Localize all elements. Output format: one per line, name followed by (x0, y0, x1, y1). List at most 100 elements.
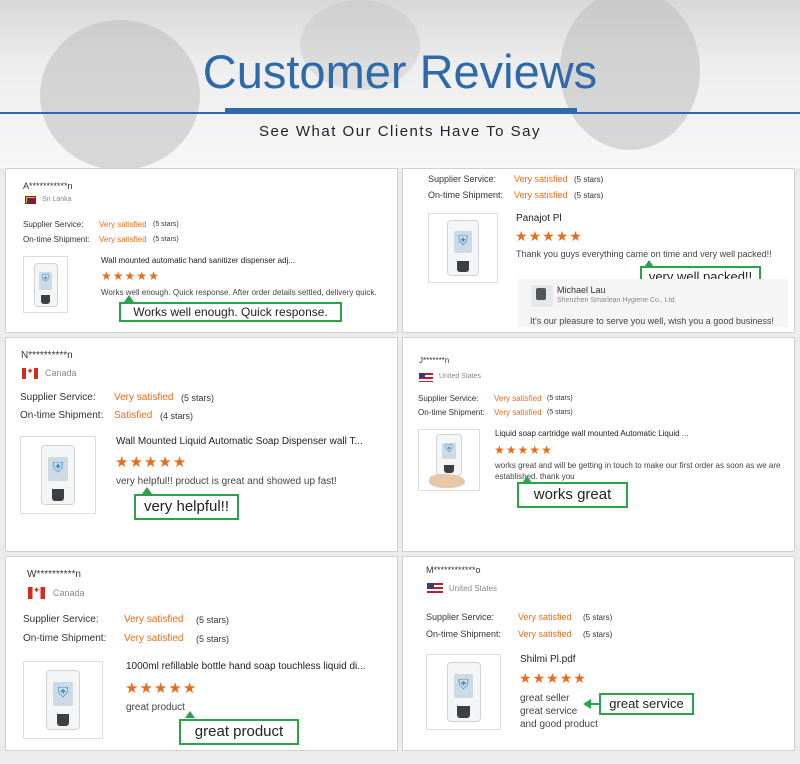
ontime-shipment-value: Very satisfied (514, 190, 568, 200)
star-icon: ★ (115, 454, 130, 471)
review-comment: Works well enough. Quick response. After… (101, 288, 377, 297)
product-thumbnail[interactable]: ⛨ (23, 256, 68, 313)
dispenser-image: ⛨ (447, 220, 479, 276)
supplier-service-label: Supplier Service: (23, 614, 99, 625)
supplier-avatar (531, 285, 553, 307)
star-icon: ★ (546, 670, 560, 686)
ontime-shipment-label: On-time Shipment: (428, 190, 504, 200)
star-icon: ★ (101, 269, 113, 283)
reviewer-country: Sri Lanka (42, 196, 72, 203)
usa-flag-icon (427, 583, 443, 594)
star-icon: ★ (569, 228, 583, 244)
highlight-callout: Works well enough. Quick response. (119, 302, 342, 322)
product-title[interactable]: 1000ml refillable bottle hand soap touch… (126, 661, 394, 672)
callout-arrow (124, 295, 134, 302)
review-comment: great product (126, 702, 185, 713)
review-comment: works great and will be getting in touch… (495, 461, 781, 481)
review-comment: Thank you guys everything came on time a… (516, 249, 772, 259)
supplier-service-stars: (5 stars) (574, 175, 604, 184)
star-icon: ★ (555, 228, 570, 244)
ontime-shipment-value: Very satisfied (494, 408, 542, 417)
reply-name: Michael Lau (557, 285, 606, 295)
supplier-service-stars: (5 stars) (547, 395, 573, 402)
shield-icon: ⛨ (445, 444, 453, 455)
ontime-shipment-value: Very satisfied (99, 235, 147, 244)
dispenser-image: ⛨ (46, 670, 80, 730)
supplier-service-label: Supplier Service: (23, 220, 84, 229)
supplier-service-value: Very satisfied (114, 392, 174, 403)
canada-flag-icon (28, 585, 45, 599)
ontime-shipment-stars: (5 stars) (196, 634, 230, 644)
star-icon: ★ (182, 680, 198, 697)
star-icon: ★ (494, 443, 506, 457)
shield-icon: ⛨ (52, 459, 64, 475)
ontime-shipment-label: On-time Shipment: (23, 235, 90, 244)
ontime-shipment-stars: (5 stars) (547, 409, 573, 416)
star-icon: ★ (172, 454, 188, 471)
star-icon: ★ (529, 443, 542, 457)
product-title[interactable]: Liquid soap cartridge wall mounted Autom… (495, 429, 705, 438)
supplier-service-stars: (5 stars) (153, 221, 179, 228)
ontime-shipment-stars: (5 stars) (583, 630, 613, 639)
star-icon: ★ (542, 228, 556, 244)
title-underline (225, 108, 577, 113)
page-title: Customer Reviews (202, 45, 598, 98)
product-thumbnail[interactable]: ⛨ (428, 213, 498, 283)
supplier-service-value: Very satisfied (514, 174, 568, 184)
review-card: Supplier Service: Very satisfied (5 star… (402, 168, 795, 333)
supplier-service-label: Supplier Service: (426, 612, 495, 622)
supplier-service-value: Very satisfied (99, 220, 147, 229)
ontime-shipment-value: Very satisfied (124, 633, 184, 644)
highlight-callout: works great (517, 482, 628, 508)
star-icon: ★ (517, 443, 530, 457)
rating-stars: ★★★★★ (115, 453, 187, 471)
shield-icon: ⛨ (458, 233, 468, 248)
product-title[interactable]: Panajot Pl (516, 213, 716, 224)
ontime-shipment-label: On-time Shipment: (20, 410, 104, 421)
review-card: M************o United States Supplier Se… (402, 556, 795, 751)
review-card: A***********n Sri Lanka Supplier Service… (5, 168, 398, 333)
hero-banner: Customer Reviews See What Our Clients Ha… (0, 0, 800, 168)
supplier-service-label: Supplier Service: (418, 394, 479, 403)
reviewer-country: Canada (45, 368, 77, 378)
reviewer-country: Canada (53, 588, 85, 598)
review-comment-line: great seller (520, 693, 570, 704)
star-icon: ★ (519, 670, 533, 686)
rating-stars: ★★★★★ (101, 269, 160, 283)
product-title[interactable]: Wall Mounted Liquid Automatic Soap Dispe… (116, 436, 381, 447)
rating-stars: ★★★★★ (125, 679, 197, 697)
star-icon: ★ (153, 680, 169, 697)
usa-flag-icon (419, 373, 433, 382)
star-icon: ★ (505, 443, 518, 457)
shield-icon: ⛨ (41, 274, 50, 285)
dispenser-image: ⛨ (41, 445, 75, 505)
rating-stars: ★★★★★ (519, 670, 587, 687)
star-icon: ★ (124, 269, 137, 283)
sri-lanka-flag-icon (25, 196, 36, 204)
star-icon: ★ (515, 228, 529, 244)
product-thumbnail[interactable]: ⛨ (418, 429, 480, 491)
highlight-callout: very helpful!! (134, 494, 239, 520)
shield-icon: ⛨ (458, 676, 469, 692)
supplier-service-stars: (5 stars) (181, 393, 215, 403)
review-comment-line: great service (520, 706, 578, 717)
star-icon: ★ (125, 680, 140, 697)
product-thumbnail[interactable]: ⛨ (20, 436, 96, 514)
page-subtitle: See What Our Clients Have To Say (259, 123, 541, 140)
product-thumbnail[interactable]: ⛨ (23, 661, 103, 739)
supplier-service-value: Very satisfied (494, 394, 542, 403)
star-icon: ★ (129, 454, 144, 471)
star-icon: ★ (532, 670, 547, 686)
supplier-service-label: Supplier Service: (20, 392, 96, 403)
highlight-callout: great product (179, 719, 299, 745)
product-title[interactable]: Wall mounted automatic hand sanitizer di… (101, 256, 311, 265)
highlight-callout: great service (599, 693, 694, 715)
product-thumbnail[interactable]: ⛨ (426, 654, 501, 730)
supplier-service-label: Supplier Service: (428, 174, 497, 184)
canada-flag-icon (22, 366, 38, 379)
reviewer-name: N**********n (21, 350, 73, 361)
review-card: N**********n Canada Supplier Service: Ve… (5, 337, 398, 552)
rating-stars: ★★★★★ (515, 228, 583, 245)
dispenser-image: ⛨ (446, 662, 481, 722)
product-title[interactable]: Shilmi Pl.pdf (520, 654, 720, 665)
